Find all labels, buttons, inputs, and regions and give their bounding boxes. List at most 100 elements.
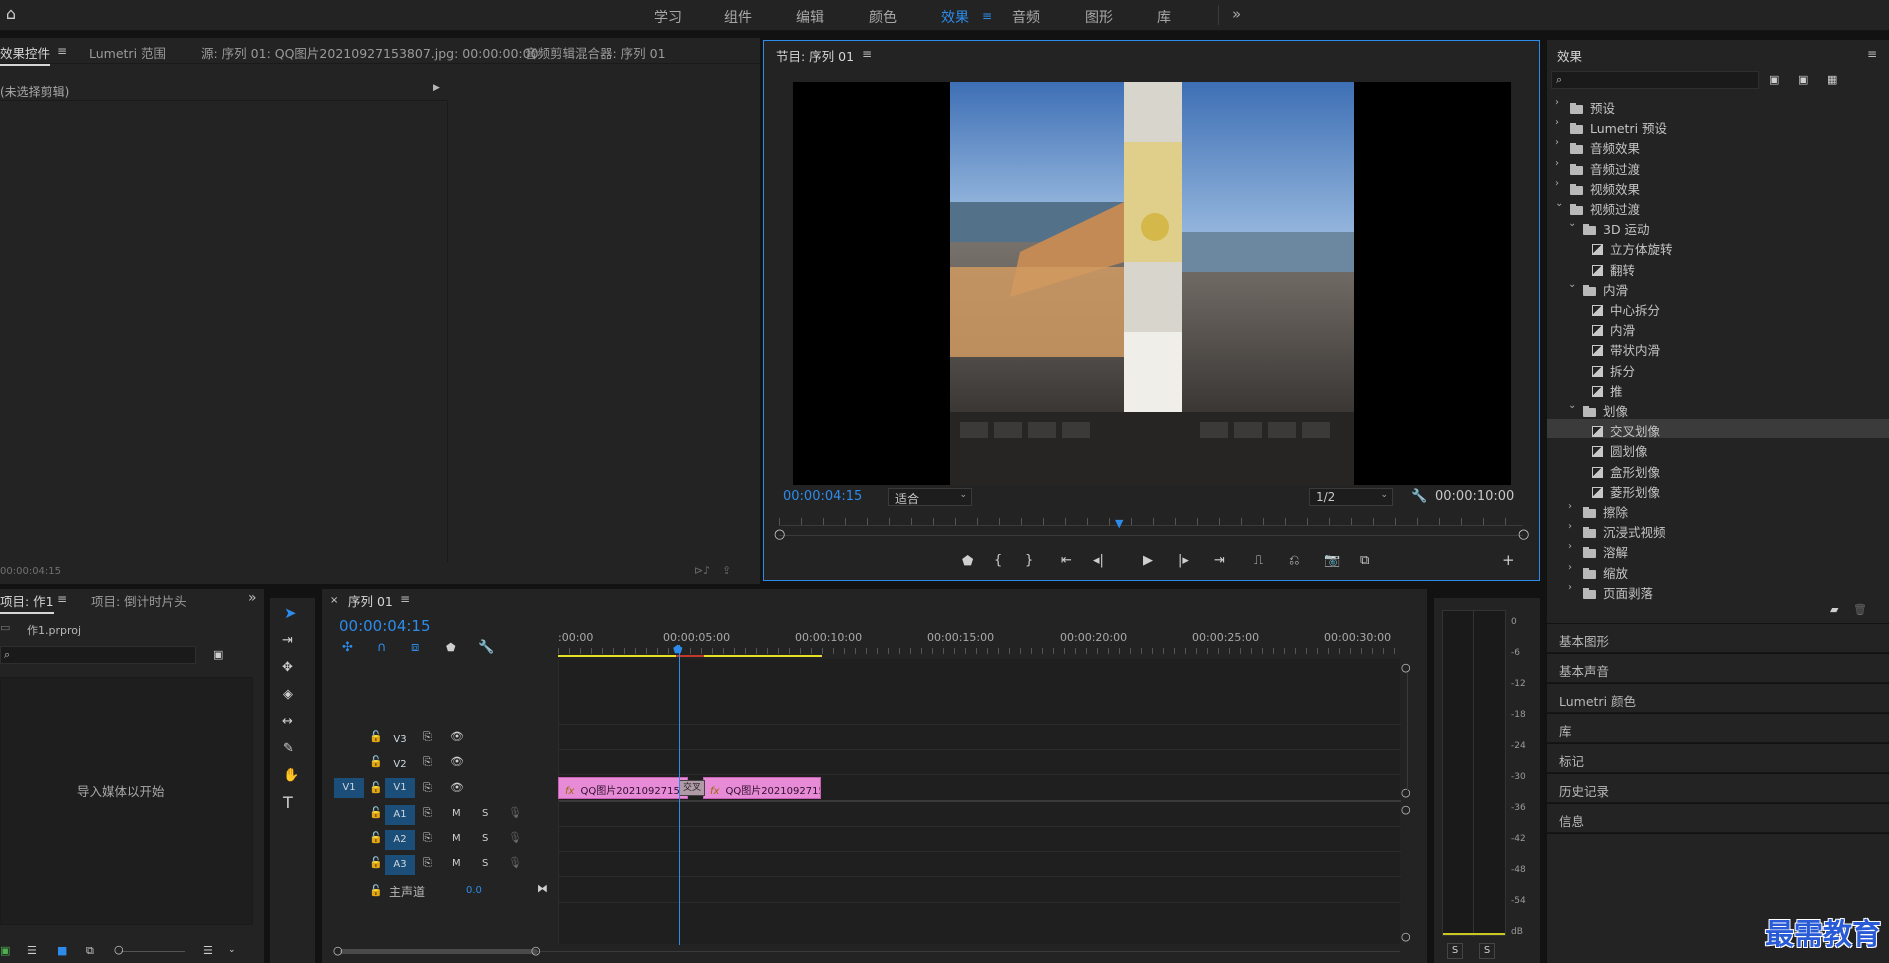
- tab-lumetri-scopes[interactable]: Lumetri 范围: [89, 43, 166, 62]
- tab-sequence[interactable]: 序列 01: [348, 591, 393, 612]
- essential-graphics-panel[interactable]: 基本图形: [1547, 624, 1889, 653]
- effects-folder[interactable]: › Lumetri 预设: [1547, 116, 1889, 136]
- lock-icon[interactable]: 🔓: [369, 730, 383, 744]
- program-video[interactable]: [793, 82, 1511, 485]
- chevron-right-icon[interactable]: ›: [1568, 582, 1572, 593]
- lock-icon[interactable]: 🔓: [369, 856, 383, 870]
- track-label-v1[interactable]: V1: [385, 778, 415, 798]
- workspace-color[interactable]: 颜色: [869, 7, 897, 27]
- play-clip-icon[interactable]: ▶: [433, 83, 440, 93]
- quality-select[interactable]: 1/2 ⌄: [1309, 488, 1393, 506]
- effect-item[interactable]: 菱形划像: [1547, 480, 1889, 500]
- chevron-right-icon[interactable]: ›: [1568, 521, 1572, 532]
- mark-in-icon[interactable]: {: [994, 554, 1002, 568]
- sync-lock-icon[interactable]: ⎘: [423, 730, 432, 744]
- workspace-audio[interactable]: 音频: [1012, 7, 1040, 27]
- chevron-down-icon[interactable]: ⌄: [1568, 400, 1576, 411]
- info-panel[interactable]: 信息: [1547, 804, 1889, 833]
- comparison-view-icon[interactable]: ⧉: [1360, 554, 1369, 568]
- effect-item[interactable]: 翻转: [1547, 258, 1889, 278]
- solo-button[interactable]: S: [482, 832, 488, 846]
- lock-icon[interactable]: 🔓: [369, 755, 383, 769]
- track-label-v2[interactable]: V2: [385, 755, 415, 775]
- vertical-scrollbar[interactable]: [1407, 672, 1408, 790]
- chevron-right-icon[interactable]: ›: [1568, 562, 1572, 573]
- vertical-scroll-bottom-icon[interactable]: ○: [1401, 786, 1411, 800]
- close-tab-icon[interactable]: ×: [330, 594, 338, 608]
- new-bin-icon[interactable]: ▰: [1830, 603, 1838, 617]
- track-label-a2[interactable]: A2: [385, 830, 415, 850]
- project-media-area[interactable]: 导入媒体以开始: [0, 677, 253, 925]
- mute-button[interactable]: M: [452, 807, 461, 821]
- effect-item[interactable]: 带状内滑: [1547, 338, 1889, 358]
- effects-folder[interactable]: ⌄ 划像: [1547, 399, 1889, 419]
- solo-button[interactable]: S: [482, 807, 488, 821]
- effect-item[interactable]: 中心拆分: [1547, 298, 1889, 318]
- slip-tool-icon[interactable]: ↔: [282, 715, 293, 729]
- effect-item[interactable]: 盒形划像: [1547, 460, 1889, 480]
- timeline-settings-icon[interactable]: 🔧: [478, 641, 494, 655]
- markers-panel[interactable]: 标记: [1547, 744, 1889, 773]
- effects-folder[interactable]: › 视频效果: [1547, 177, 1889, 197]
- more-workspaces-icon[interactable]: »: [1232, 5, 1241, 23]
- chevron-down-icon[interactable]: ⌄: [228, 943, 236, 957]
- step-back-icon[interactable]: ◂|: [1093, 554, 1104, 568]
- eye-icon[interactable]: 👁: [450, 755, 464, 769]
- workspace-menu-icon[interactable]: ≡: [982, 9, 992, 23]
- chevron-right-icon[interactable]: ›: [1555, 117, 1559, 128]
- audio-scroll-top-icon[interactable]: ○: [1401, 803, 1411, 817]
- history-panel[interactable]: 历史记录: [1547, 774, 1889, 803]
- chevron-right-icon[interactable]: ›: [1568, 541, 1572, 552]
- effect-item[interactable]: 拆分: [1547, 359, 1889, 379]
- zoom-handle-left-icon[interactable]: ○: [774, 528, 785, 542]
- program-time-ruler[interactable]: [779, 518, 1523, 526]
- track-select-tool-icon[interactable]: ⇥: [282, 634, 293, 648]
- sync-lock-icon[interactable]: ⎘: [423, 755, 432, 769]
- meter-solo-right-button[interactable]: S: [1479, 943, 1495, 959]
- effects-menu-icon[interactable]: ≡: [1867, 47, 1877, 61]
- selection-tool-icon[interactable]: ➤: [284, 606, 297, 621]
- 32bit-effects-icon[interactable]: ▣: [1798, 73, 1808, 87]
- effect-item[interactable]: 交叉划像: [1547, 419, 1889, 439]
- playhead-marker-icon[interactable]: ⬟: [673, 643, 683, 657]
- program-playhead-timecode[interactable]: 00:00:04:15: [783, 489, 862, 504]
- mute-button[interactable]: M: [452, 857, 461, 871]
- track-label-a3[interactable]: A3: [385, 855, 415, 875]
- program-playhead-icon[interactable]: ▼: [1115, 517, 1123, 531]
- effects-panel-title[interactable]: 效果: [1557, 46, 1582, 67]
- sync-lock-icon[interactable]: ⎘: [423, 856, 432, 870]
- mic-icon[interactable]: 🎙: [508, 806, 522, 820]
- ripple-edit-tool-icon[interactable]: ✥: [282, 661, 293, 675]
- sync-lock-icon[interactable]: ⎘: [423, 806, 432, 820]
- libraries-panel[interactable]: 库: [1547, 714, 1889, 743]
- nest-icon[interactable]: ✣: [342, 641, 353, 655]
- lock-icon[interactable]: 🔓: [369, 884, 383, 898]
- linked-selection-icon[interactable]: ⧈: [411, 641, 419, 655]
- effect-item[interactable]: 立方体旋转: [1547, 237, 1889, 257]
- timeline-timecode[interactable]: 00:00:04:15: [339, 617, 431, 635]
- zoom-slider[interactable]: [121, 951, 185, 952]
- tab-source-monitor[interactable]: 源: 序列 01: QQ图片20210927153807.jpg: 00:00:…: [201, 43, 539, 62]
- scroll-handle-right-icon[interactable]: ○: [531, 944, 541, 958]
- scroll-handle-left-icon[interactable]: ○: [333, 944, 343, 958]
- mic-icon[interactable]: 🎙: [508, 856, 522, 870]
- tab-project-countdown[interactable]: 项目: 倒计时片头: [91, 591, 187, 610]
- lock-icon[interactable]: 🔓: [369, 781, 383, 795]
- tab-effect-controls[interactable]: 效果控件: [0, 43, 51, 66]
- chevron-right-icon[interactable]: ›: [1568, 501, 1572, 512]
- chevron-right-icon[interactable]: ›: [1555, 158, 1559, 169]
- freeform-view-icon[interactable]: ⧉: [86, 944, 94, 958]
- find-icon[interactable]: ▣: [213, 648, 223, 662]
- chevron-right-icon[interactable]: ›: [1555, 97, 1559, 108]
- effects-folder[interactable]: › 缩放: [1547, 561, 1889, 581]
- chevron-down-icon[interactable]: ⌄: [1568, 218, 1576, 229]
- program-zoom-bar[interactable]: [779, 535, 1523, 536]
- effects-search-field[interactable]: ⌕: [1551, 71, 1759, 89]
- audio-scroll-bottom-icon[interactable]: ○: [1401, 930, 1411, 944]
- sort-icon[interactable]: ☰: [203, 944, 213, 958]
- lift-icon[interactable]: ⎍: [1254, 554, 1263, 568]
- effects-folder[interactable]: ⌄ 视频过渡: [1547, 197, 1889, 217]
- accelerated-effects-icon[interactable]: ▣: [1769, 73, 1779, 87]
- eye-icon[interactable]: 👁: [450, 781, 464, 795]
- go-to-in-icon[interactable]: ⇤: [1061, 554, 1072, 568]
